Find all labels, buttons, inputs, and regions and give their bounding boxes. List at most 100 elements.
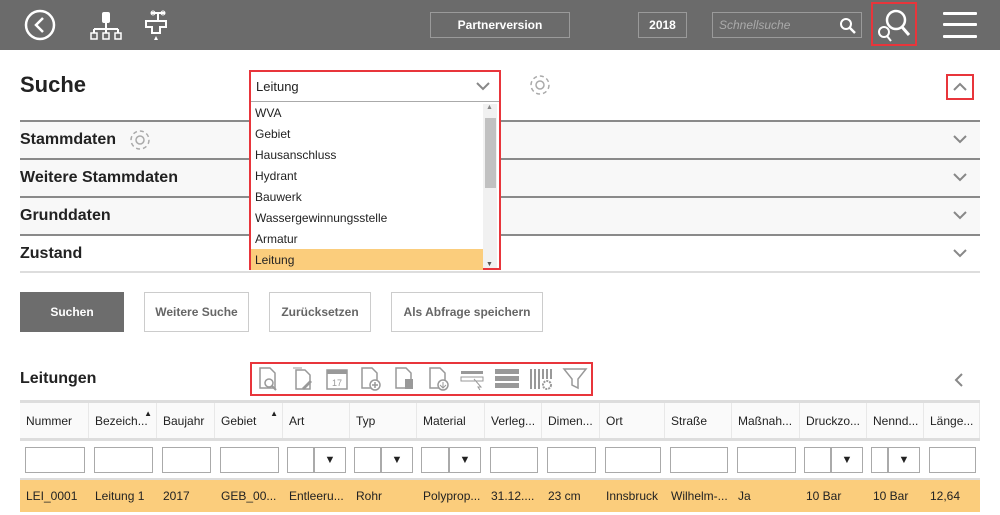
dropdown-arrow-icon[interactable]: ▼ [888, 446, 920, 473]
more-search-button[interactable]: Weitere Suche [144, 292, 249, 332]
filter-input[interactable] [162, 446, 211, 473]
scrollbar-thumb[interactable] [485, 118, 496, 188]
dropdown-option[interactable]: Leitung [251, 249, 483, 270]
column-header[interactable]: Straße [665, 403, 732, 438]
filter-cell [542, 441, 600, 478]
table-cell: 10 Bar [806, 489, 842, 503]
calendar-icon[interactable]: 17 [324, 366, 352, 392]
column-header[interactable]: Nummer [20, 403, 89, 438]
filter-select[interactable]: ▼ [287, 446, 346, 473]
column-header[interactable]: Nennd... [867, 403, 924, 438]
filter-cell [600, 441, 665, 478]
filter-select-value[interactable] [287, 446, 314, 473]
collapse-search-button[interactable] [946, 74, 974, 100]
dropdown-arrow-icon[interactable]: ▼ [314, 446, 346, 473]
dropdown-arrow-icon[interactable]: ▼ [381, 446, 413, 473]
advanced-search-button[interactable] [871, 2, 917, 46]
document-delete-icon[interactable] [392, 366, 420, 392]
column-header[interactable]: Bezeich... ▲ [89, 403, 157, 438]
filter-input[interactable] [929, 446, 976, 473]
column-header-label: Material [423, 413, 466, 428]
rows-icon[interactable] [494, 366, 522, 392]
quick-search-input[interactable]: Schnellsuche [712, 12, 862, 38]
filter-input[interactable] [737, 446, 796, 473]
filter-select-value[interactable] [871, 446, 888, 473]
select-row-icon[interactable] [460, 366, 488, 392]
column-header[interactable]: Typ [350, 403, 417, 438]
water-tap-icon[interactable] [143, 9, 173, 43]
gear-icon[interactable] [528, 72, 552, 98]
sort-ascending-icon[interactable]: ▲ [144, 409, 152, 418]
svg-text:17: 17 [332, 378, 342, 388]
dropdown-arrow-icon[interactable]: ▼ [831, 446, 863, 473]
partner-version-button[interactable]: Partnerversion [430, 12, 570, 38]
column-header-label: Baujahr [163, 413, 205, 428]
chevron-down-icon[interactable] [952, 208, 968, 222]
document-add-icon[interactable] [358, 366, 386, 392]
year-selector[interactable]: 2018 [638, 12, 687, 38]
dropdown-option[interactable]: WVA [251, 102, 483, 123]
filter-input[interactable] [547, 446, 596, 473]
search-button[interactable]: Suchen [20, 292, 124, 332]
filter-select[interactable]: ▼ [354, 446, 413, 473]
column-header[interactable]: Maßnah... [732, 403, 800, 438]
chevron-down-icon[interactable] [952, 170, 968, 184]
sort-ascending-icon[interactable]: ▲ [270, 409, 278, 418]
dropdown-selected[interactable]: Leitung [251, 72, 499, 102]
dropdown-option[interactable]: Wassergewinnungsstelle [251, 207, 483, 228]
column-header[interactable]: Dimen... [542, 403, 600, 438]
filter-input[interactable] [490, 446, 538, 473]
filter-select-value[interactable] [804, 446, 831, 473]
dropdown-arrow-icon[interactable]: ▼ [449, 446, 481, 473]
filter-input[interactable] [220, 446, 279, 473]
chevron-left-icon[interactable] [952, 372, 966, 388]
column-header[interactable]: Baujahr [157, 403, 215, 438]
column-header[interactable]: Verleg... [485, 403, 542, 438]
column-header[interactable]: Ort [600, 403, 665, 438]
filter-cell [20, 441, 89, 478]
column-header[interactable]: Material [417, 403, 485, 438]
reset-button[interactable]: Zurücksetzen [269, 292, 371, 332]
scrollbar[interactable]: ▲ ▼ [483, 104, 497, 268]
column-header[interactable]: Gebiet ▲ [215, 403, 283, 438]
filter-input[interactable] [94, 446, 153, 473]
table-cell: 2017 [163, 489, 190, 503]
filter-icon[interactable] [562, 366, 590, 392]
dropdown-option[interactable]: Hausanschluss [251, 144, 483, 165]
dropdown-option[interactable]: Armatur [251, 228, 483, 249]
filter-select[interactable]: ▼ [421, 446, 481, 473]
quick-search-placeholder: Schnellsuche [719, 18, 791, 32]
column-header[interactable]: Länge... [924, 403, 980, 438]
gear-icon[interactable] [128, 128, 152, 152]
table-row[interactable]: LEI_0001 Leitung 1 2017 GEB_00... Entleeru..… [20, 478, 980, 512]
object-type-dropdown[interactable]: Leitung WVA Gebiet Hausanschluss Hydrant Bau… [249, 70, 501, 270]
filter-cell: ▼ [867, 441, 924, 478]
dropdown-option[interactable]: Bauwerk [251, 186, 483, 207]
filter-select[interactable]: ▼ [871, 446, 920, 473]
menu-icon[interactable] [943, 11, 977, 39]
column-header-label: Typ [356, 413, 376, 428]
document-search-icon[interactable] [256, 366, 284, 392]
dropdown-option[interactable]: Gebiet [251, 123, 483, 144]
filter-cell: ▼ [417, 441, 485, 478]
chevron-down-icon[interactable] [952, 132, 968, 146]
column-header[interactable]: Druckzo... [800, 403, 867, 438]
filter-input[interactable] [670, 446, 728, 473]
filter-input[interactable] [25, 446, 85, 473]
filter-select[interactable]: ▼ [804, 446, 863, 473]
column-settings-icon[interactable] [528, 366, 556, 392]
column-header-label: Verleg... [491, 413, 536, 428]
save-query-button[interactable]: Als Abfrage speichern [391, 292, 543, 332]
column-header[interactable]: Art [283, 403, 350, 438]
network-icon[interactable] [90, 11, 122, 41]
filter-input[interactable] [605, 446, 661, 473]
filter-select-value[interactable] [421, 446, 449, 473]
filter-select-value[interactable] [354, 446, 381, 473]
results-table: Nummer Bezeich... ▲ Baujahr Gebiet ▲ Art Typ Mat… [20, 400, 980, 512]
dropdown-option[interactable]: Hydrant [251, 165, 483, 186]
export-icon[interactable] [426, 366, 454, 392]
document-edit-icon[interactable] [290, 366, 318, 392]
back-icon[interactable] [24, 9, 56, 41]
search-icon[interactable] [839, 17, 857, 35]
chevron-down-icon[interactable] [952, 246, 968, 260]
